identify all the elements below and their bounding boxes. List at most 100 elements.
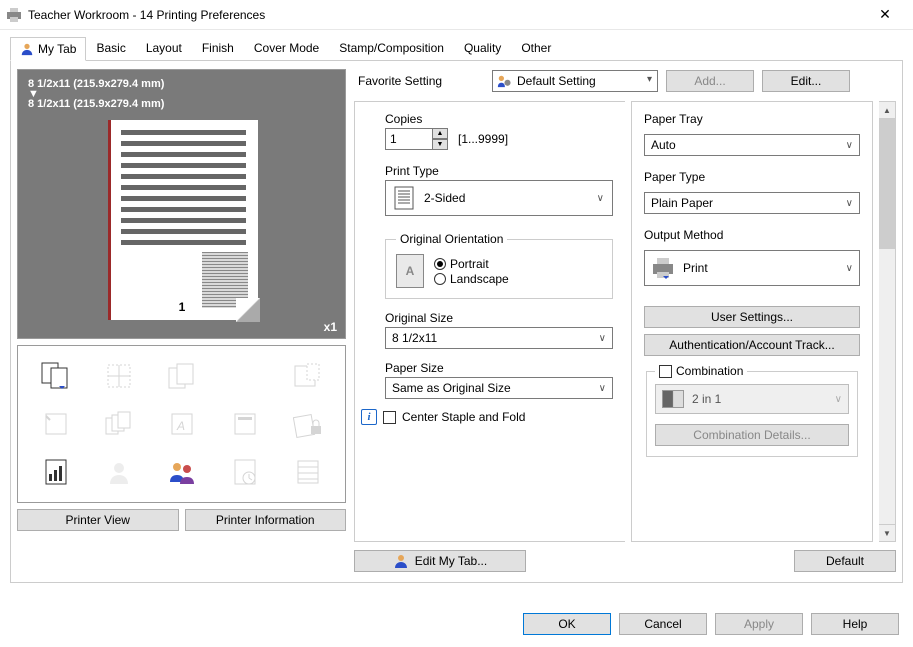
feature-nup-icon[interactable] bbox=[89, 354, 148, 398]
printer-information-button[interactable]: Printer Information bbox=[185, 509, 347, 531]
favorite-setting-label: Favorite Setting bbox=[358, 74, 484, 88]
preview-size-from: 8 1/2x11 (215.9x279.4 mm) bbox=[28, 78, 335, 90]
tab-finish[interactable]: Finish bbox=[192, 36, 244, 60]
favorite-setting-value: Default Setting bbox=[517, 74, 596, 88]
spin-up-icon[interactable]: ▲ bbox=[432, 128, 448, 139]
feature-booklet-icon[interactable] bbox=[278, 354, 337, 398]
combination-group: Combination 2 in 1 Combination Details..… bbox=[646, 364, 858, 457]
feature-form-icon[interactable] bbox=[278, 450, 337, 494]
feature-collate-icon[interactable] bbox=[89, 402, 148, 446]
down-arrow-icon: ▼ bbox=[28, 90, 335, 98]
printer-icon bbox=[6, 7, 22, 23]
tab-panel: 8 1/2x11 (215.9x279.4 mm) ▼ 8 1/2x11 (21… bbox=[10, 61, 903, 583]
combination-legend: Combination bbox=[676, 364, 743, 378]
copies-label: Copies bbox=[385, 112, 613, 126]
printer-view-button[interactable]: Printer View bbox=[17, 509, 179, 531]
copies-input[interactable] bbox=[385, 128, 433, 150]
tab-other[interactable]: Other bbox=[511, 36, 561, 60]
center-staple-label: Center Staple and Fold bbox=[402, 410, 525, 424]
auth-account-track-button[interactable]: Authentication/Account Track... bbox=[644, 334, 860, 356]
feature-duplex-icon[interactable] bbox=[26, 354, 85, 398]
feature-staple-icon[interactable] bbox=[26, 402, 85, 446]
apply-button[interactable]: Apply bbox=[715, 613, 803, 635]
tab-layout[interactable]: Layout bbox=[136, 36, 192, 60]
orientation-group: Original Orientation A Portrait Landscap… bbox=[385, 232, 613, 299]
cancel-button[interactable]: Cancel bbox=[619, 613, 707, 635]
settings-scrollbar[interactable]: ▲ ▼ bbox=[879, 101, 896, 542]
person-icon bbox=[393, 553, 409, 569]
preview-page: 1 bbox=[108, 120, 258, 320]
tabs-header: My Tab Basic Layout Finish Cover Mode St… bbox=[10, 38, 903, 61]
orientation-page-icon: A bbox=[396, 254, 424, 288]
print-type-select[interactable]: 2-Sided bbox=[385, 180, 613, 216]
settings-left-group: Copies ▲▼ [1...9999] Print Type 2-Sided bbox=[354, 101, 625, 542]
tab-my-tab[interactable]: My Tab bbox=[10, 37, 86, 61]
paper-size-label: Paper Size bbox=[385, 361, 613, 375]
combination-checkbox[interactable] bbox=[659, 365, 672, 378]
favorite-add-button[interactable]: Add... bbox=[666, 70, 754, 92]
tab-quality[interactable]: Quality bbox=[454, 36, 511, 60]
copies-range: [1...9999] bbox=[458, 132, 508, 146]
print-type-value: 2-Sided bbox=[424, 191, 465, 205]
feature-watermark-icon[interactable]: A bbox=[152, 402, 211, 446]
dialog-buttons: OK Cancel Apply Help bbox=[523, 613, 899, 635]
orientation-portrait-radio[interactable]: Portrait bbox=[434, 257, 509, 271]
paper-type-select[interactable]: Plain Paper bbox=[644, 192, 860, 214]
output-method-value: Print bbox=[683, 261, 708, 275]
preview-page-number: 1 bbox=[179, 300, 186, 314]
ok-button[interactable]: OK bbox=[523, 613, 611, 635]
feature-date-icon[interactable] bbox=[215, 402, 274, 446]
spin-down-icon[interactable]: ▼ bbox=[432, 139, 448, 150]
titlebar: Teacher Workroom - 14 Printing Preferenc… bbox=[0, 0, 913, 30]
scroll-down-icon[interactable]: ▼ bbox=[879, 524, 895, 541]
copies-spinner[interactable]: ▲▼ bbox=[385, 128, 448, 150]
feature-secure-icon[interactable] bbox=[278, 402, 337, 446]
gear-person-icon bbox=[497, 74, 511, 88]
original-size-select[interactable]: 8 1/2x11 bbox=[385, 327, 613, 349]
scroll-thumb[interactable] bbox=[879, 119, 895, 249]
tab-stamp-composition[interactable]: Stamp/Composition bbox=[329, 36, 454, 60]
favorite-setting-select[interactable]: Default Setting bbox=[492, 70, 658, 92]
center-staple-checkbox[interactable] bbox=[383, 411, 396, 424]
printer-output-icon bbox=[651, 256, 675, 280]
feature-time-icon[interactable] bbox=[215, 450, 274, 494]
preview-size-to: 8 1/2x11 (215.9x279.4 mm) bbox=[28, 98, 335, 110]
window-title: Teacher Workroom - 14 Printing Preferenc… bbox=[28, 8, 863, 22]
user-settings-button[interactable]: User Settings... bbox=[644, 306, 860, 328]
tab-basic[interactable]: Basic bbox=[86, 36, 135, 60]
combination-value: 2 in 1 bbox=[692, 392, 721, 406]
paper-tray-select[interactable]: Auto bbox=[644, 134, 860, 156]
output-method-label: Output Method bbox=[644, 228, 860, 242]
paper-type-label: Paper Type bbox=[644, 170, 860, 184]
feature-user-icon[interactable] bbox=[89, 450, 148, 494]
tab-label: My Tab bbox=[38, 42, 76, 56]
print-type-label: Print Type bbox=[385, 164, 613, 178]
orientation-landscape-radio[interactable]: Landscape bbox=[434, 272, 509, 286]
close-button[interactable]: ✕ bbox=[863, 0, 907, 29]
original-size-label: Original Size bbox=[385, 311, 613, 325]
preview-mini-page bbox=[202, 252, 248, 308]
paper-size-select[interactable]: Same as Original Size bbox=[385, 377, 613, 399]
combination-details-button[interactable]: Combination Details... bbox=[655, 424, 849, 446]
scroll-up-icon[interactable]: ▲ bbox=[879, 102, 895, 119]
output-method-select[interactable]: Print bbox=[644, 250, 860, 286]
orientation-legend: Original Orientation bbox=[396, 232, 507, 246]
default-button[interactable]: Default bbox=[794, 550, 896, 572]
tab-cover-mode[interactable]: Cover Mode bbox=[244, 36, 329, 60]
help-button[interactable]: Help bbox=[811, 613, 899, 635]
preview-box: 8 1/2x11 (215.9x279.4 mm) ▼ 8 1/2x11 (21… bbox=[17, 69, 346, 339]
combination-select: 2 in 1 bbox=[655, 384, 849, 414]
preview-multiplier: x1 bbox=[324, 320, 337, 334]
svg-text:A: A bbox=[176, 419, 185, 433]
paper-tray-label: Paper Tray bbox=[644, 112, 860, 126]
feature-report-icon[interactable] bbox=[26, 450, 85, 494]
settings-right-group: Paper Tray Auto Paper Type Plain Paper O… bbox=[631, 101, 873, 542]
feature-users-icon[interactable] bbox=[152, 450, 211, 494]
favorite-edit-button[interactable]: Edit... bbox=[762, 70, 850, 92]
info-icon[interactable]: i bbox=[361, 409, 377, 425]
feature-icon-grid: A bbox=[17, 345, 346, 503]
edit-my-tab-button[interactable]: Edit My Tab... bbox=[354, 550, 526, 572]
page-lines-icon bbox=[394, 186, 414, 210]
feature-copies-icon[interactable] bbox=[152, 354, 211, 398]
person-icon bbox=[20, 42, 34, 56]
